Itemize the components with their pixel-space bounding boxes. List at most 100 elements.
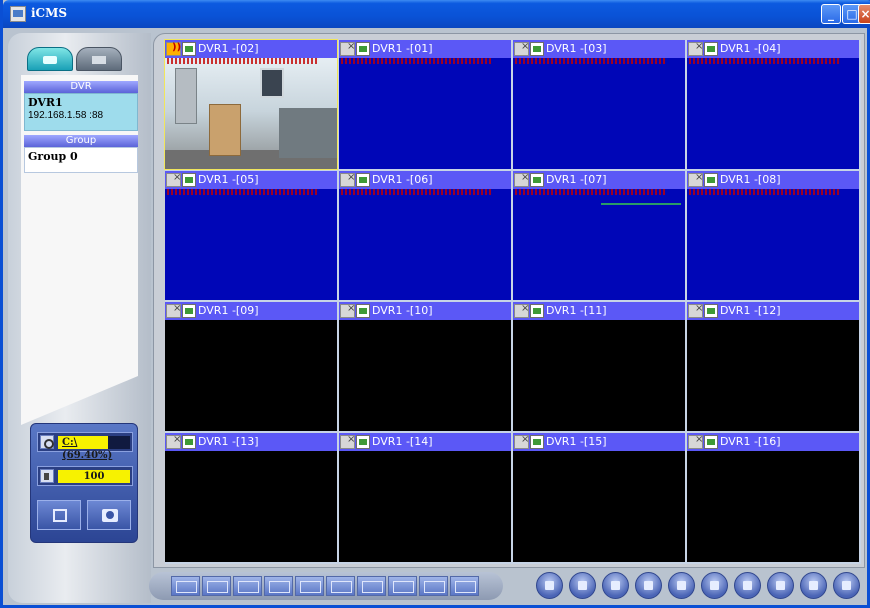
exit-icon[interactable]: [833, 572, 860, 599]
layout-10-button[interactable]: [326, 576, 355, 596]
camera-status-icon[interactable]: [530, 304, 544, 318]
camera-status-icon[interactable]: [182, 173, 196, 187]
title-bar[interactable]: iCMS _ □ ×: [3, 0, 870, 28]
layout-8-button[interactable]: [264, 576, 293, 596]
layout-13-button[interactable]: [357, 576, 386, 596]
video-cell[interactable]: DVR1 -[07]: [513, 171, 685, 300]
audio-muted-icon[interactable]: [340, 41, 355, 56]
video-area: [687, 451, 859, 562]
sequence-icon[interactable]: [734, 572, 761, 599]
audio-muted-icon[interactable]: [340, 303, 355, 318]
layout-4-button[interactable]: [202, 576, 231, 596]
search-icon[interactable]: [602, 572, 629, 599]
video-cell-header: DVR1 -[02]: [165, 40, 337, 58]
record-icon[interactable]: [569, 572, 596, 599]
camera-status-icon[interactable]: [182, 42, 196, 56]
audio-muted-icon[interactable]: [340, 172, 355, 187]
video-cell-header: DVR1 -[01]: [339, 40, 511, 58]
volume-slider[interactable]: 100: [37, 466, 133, 486]
audio-muted-icon[interactable]: [514, 41, 529, 56]
backup-icon[interactable]: [635, 572, 662, 599]
video-cell[interactable]: DVR1 -[01]: [339, 40, 511, 169]
video-cell[interactable]: DVR1 -[13]: [165, 433, 337, 562]
audio-muted-icon[interactable]: [514, 303, 529, 318]
camera-status-icon[interactable]: [704, 304, 718, 318]
video-cell-header: DVR1 -[13]: [165, 433, 337, 451]
video-cell[interactable]: DVR1 -[02]: [164, 39, 338, 170]
video-cell[interactable]: DVR1 -[14]: [339, 433, 511, 562]
layout-6-button[interactable]: [233, 576, 262, 596]
volume-value: 100: [83, 471, 105, 482]
video-cell-header: DVR1 -[14]: [339, 433, 511, 451]
previous-icon[interactable]: [668, 572, 695, 599]
audio-muted-icon[interactable]: [514, 434, 529, 449]
audio-muted-icon[interactable]: [514, 172, 529, 187]
layout-9-button[interactable]: [295, 576, 324, 596]
video-cell-header: DVR1 -[04]: [687, 40, 859, 58]
audio-on-icon[interactable]: [166, 42, 181, 56]
audio-muted-icon[interactable]: [688, 41, 703, 56]
dvr-list-item[interactable]: DVR1 192.168.1.58 :88: [24, 93, 138, 131]
minimize-button[interactable]: _: [821, 4, 841, 24]
camera-status-icon[interactable]: [704, 173, 718, 187]
layout-25-button[interactable]: [419, 576, 448, 596]
snapshot-icon[interactable]: [800, 572, 827, 599]
feed-window: [260, 68, 284, 98]
video-cell[interactable]: DVR1 -[05]: [165, 171, 337, 300]
camera-status-icon[interactable]: [704, 42, 718, 56]
video-cell[interactable]: DVR1 -[04]: [687, 40, 859, 169]
next-icon[interactable]: [701, 572, 728, 599]
audio-muted-icon[interactable]: [340, 434, 355, 449]
video-cell-label: DVR1 -[14]: [372, 435, 433, 448]
audio-muted-icon[interactable]: [166, 172, 181, 187]
camera-status-icon[interactable]: [182, 435, 196, 449]
video-cell[interactable]: DVR1 -[15]: [513, 433, 685, 562]
play-icon[interactable]: [536, 572, 563, 599]
layout-16-button[interactable]: [388, 576, 417, 596]
camera-status-icon[interactable]: [704, 435, 718, 449]
group-list-item[interactable]: Group 0: [24, 147, 138, 173]
video-cell[interactable]: DVR1 -[03]: [513, 40, 685, 169]
save-icon[interactable]: [767, 572, 794, 599]
camera-status-icon[interactable]: [356, 173, 370, 187]
snapshot-button[interactable]: [87, 500, 131, 530]
settings-tab[interactable]: [76, 47, 122, 71]
video-cell[interactable]: DVR1 -[11]: [513, 302, 685, 431]
disk-usage-meter: C:\ (69.40%): [37, 432, 133, 461]
layout-1-button[interactable]: [171, 576, 200, 596]
audio-muted-icon[interactable]: [688, 303, 703, 318]
video-cell-header: DVR1 -[06]: [339, 171, 511, 189]
camera-status-icon[interactable]: [530, 435, 544, 449]
video-cell[interactable]: DVR1 -[10]: [339, 302, 511, 431]
video-cell[interactable]: DVR1 -[09]: [165, 302, 337, 431]
camera-status-icon[interactable]: [356, 42, 370, 56]
speaker-icon[interactable]: [40, 469, 54, 483]
video-cell-label: DVR1 -[09]: [198, 304, 259, 317]
camera-status-icon[interactable]: [356, 435, 370, 449]
video-cell-header: DVR1 -[08]: [687, 171, 859, 189]
camera-status-icon[interactable]: [356, 304, 370, 318]
video-cell-label: DVR1 -[11]: [546, 304, 607, 317]
video-cell[interactable]: DVR1 -[16]: [687, 433, 859, 562]
audio-muted-icon[interactable]: [166, 303, 181, 318]
video-cell-label: DVR1 -[05]: [198, 173, 259, 186]
volume-bar[interactable]: 100: [58, 470, 130, 483]
camera-view-tab[interactable]: [27, 47, 73, 71]
audio-muted-icon[interactable]: [688, 434, 703, 449]
video-cell-header: DVR1 -[10]: [339, 302, 511, 320]
close-button[interactable]: ×: [858, 4, 870, 24]
live-video-feed: [165, 58, 337, 169]
record-button[interactable]: [37, 500, 81, 530]
video-cell-label: DVR1 -[04]: [720, 42, 781, 55]
camera-status-icon[interactable]: [182, 304, 196, 318]
disk-icon: [40, 435, 54, 449]
video-cell[interactable]: DVR1 -[12]: [687, 302, 859, 431]
camera-status-icon[interactable]: [530, 42, 544, 56]
layout-36-button[interactable]: [450, 576, 479, 596]
motion-indicator: [601, 203, 681, 205]
camera-status-icon[interactable]: [530, 173, 544, 187]
audio-muted-icon[interactable]: [688, 172, 703, 187]
video-cell[interactable]: DVR1 -[06]: [339, 171, 511, 300]
audio-muted-icon[interactable]: [166, 434, 181, 449]
video-cell[interactable]: DVR1 -[08]: [687, 171, 859, 300]
